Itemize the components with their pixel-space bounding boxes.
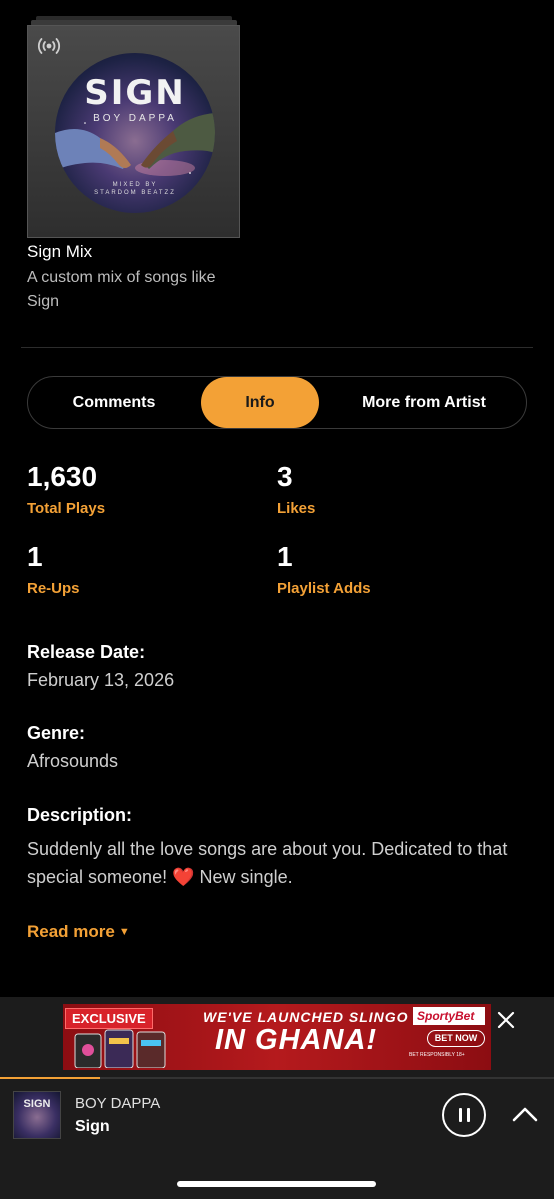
now-playing-artwork-title: SIGN bbox=[23, 1098, 51, 1110]
description-tail: New single. bbox=[199, 867, 293, 887]
divider bbox=[21, 347, 533, 348]
now-playing-song: Sign bbox=[75, 1118, 110, 1135]
read-more-label: Read more bbox=[27, 922, 115, 941]
ad-brand-logo: SportyBet bbox=[413, 1007, 485, 1025]
artwork-credit-line1: MIXED BY bbox=[112, 182, 158, 188]
ad-banner[interactable]: EXCLUSIVE WE'VE LAUNCHED SLINGO IN GHANA… bbox=[63, 1004, 491, 1070]
ad-headline-2: IN GHANA! bbox=[215, 1024, 378, 1056]
likes-value: 3 bbox=[277, 461, 293, 492]
artwork-artist: BOY DAPPA bbox=[93, 113, 177, 124]
mix-description: A custom mix of songs like Sign bbox=[27, 269, 216, 310]
total-plays-label: Total Plays bbox=[27, 500, 106, 517]
ad-exclusive-badge: EXCLUSIVE bbox=[65, 1008, 153, 1029]
release-date-value: February 13, 2026 bbox=[27, 670, 175, 690]
now-playing-artist: BOY DAPPA bbox=[75, 1095, 161, 1112]
tab-more-from-artist[interactable]: More from Artist bbox=[340, 377, 508, 428]
genre-value[interactable]: Afrosounds bbox=[27, 751, 118, 772]
pause-icon bbox=[459, 1108, 462, 1122]
artwork-credit-line2: STARDOM BEATZZ bbox=[94, 190, 176, 196]
now-playing-artwork: SIGN bbox=[13, 1091, 61, 1139]
ad-fine-print: BET RESPONSIBLY 18+ bbox=[409, 1052, 465, 1058]
artwork-disc: SIGN BOY DAPPA MIXED BY STARDOM BEATZZ bbox=[55, 53, 215, 213]
close-icon[interactable] bbox=[494, 1008, 518, 1032]
description-label: Description: bbox=[27, 805, 133, 825]
phone-screens-image bbox=[74, 1029, 166, 1068]
tab-bar: Comments Info More from Artist bbox=[27, 376, 527, 429]
mix-title[interactable]: Sign Mix bbox=[27, 242, 92, 262]
read-more-link[interactable]: Read more ▼ bbox=[27, 922, 130, 942]
mix-artwork[interactable]: SIGN BOY DAPPA MIXED BY STARDOM BEATZZ bbox=[27, 25, 240, 238]
total-plays-value: 1,630 bbox=[27, 461, 98, 492]
artwork-title: SIGN bbox=[84, 73, 186, 113]
genre-label: Genre: bbox=[27, 723, 86, 743]
playlist-adds-label: Playlist Adds bbox=[277, 580, 371, 597]
likes-label: Likes bbox=[277, 500, 316, 517]
heart-icon: ❤️ bbox=[172, 867, 195, 887]
tab-info[interactable]: Info bbox=[201, 377, 319, 428]
playlist-adds-value: 1 bbox=[277, 541, 293, 572]
chevron-up-icon[interactable] bbox=[510, 1103, 540, 1127]
pause-icon-bar bbox=[467, 1108, 470, 1122]
caret-down-icon: ▼ bbox=[118, 926, 130, 938]
reups-label: Re-Ups bbox=[27, 580, 80, 597]
ad-headline-1: WE'VE LAUNCHED SLINGO bbox=[203, 1009, 409, 1025]
reups-value: 1 bbox=[27, 541, 43, 572]
home-indicator bbox=[177, 1181, 376, 1187]
artwork-credit: MIXED BY STARDOM BEATZZ bbox=[55, 181, 215, 197]
ad-bet-now-button[interactable]: BET NOW bbox=[427, 1030, 485, 1047]
pause-button[interactable] bbox=[442, 1093, 486, 1137]
tab-comments[interactable]: Comments bbox=[50, 377, 178, 428]
release-date-label: Release Date: bbox=[27, 642, 146, 662]
ad-bar: EXCLUSIVE WE'VE LAUNCHED SLINGO IN GHANA… bbox=[0, 997, 554, 1077]
description-text: Suddenly all the love songs are about yo… bbox=[27, 835, 537, 891]
